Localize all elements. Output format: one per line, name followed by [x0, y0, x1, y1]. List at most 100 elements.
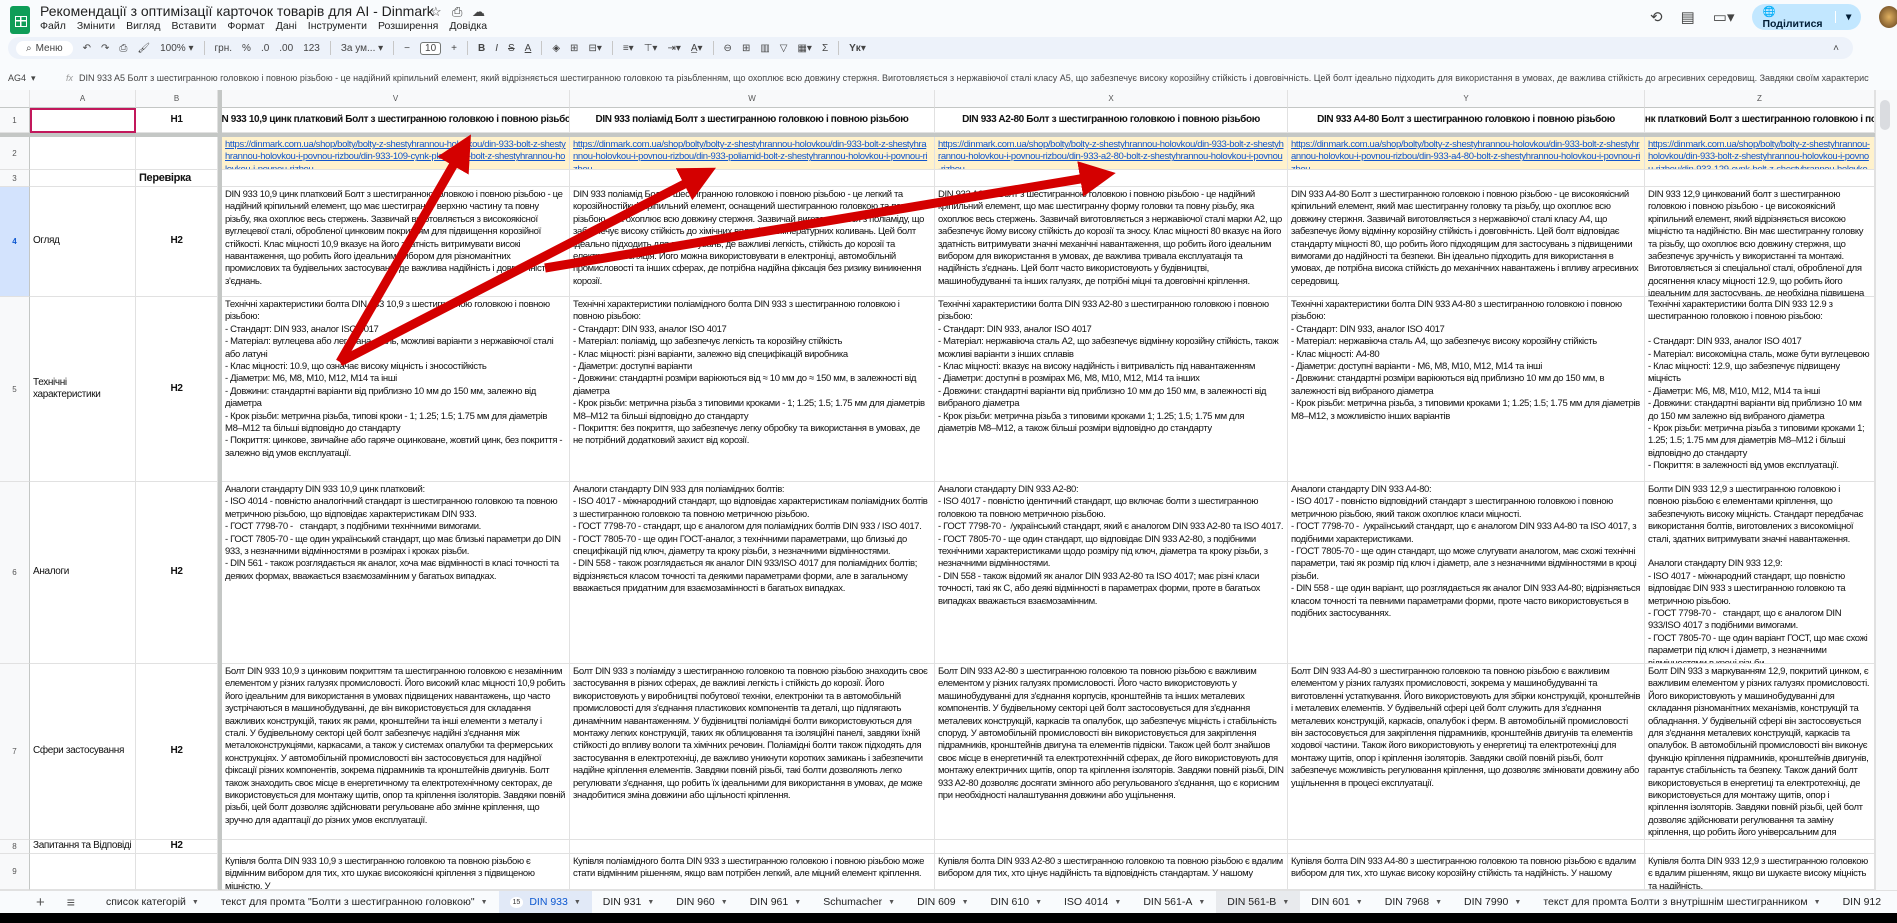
sheet-tab[interactable]: DIN 561-B ▼ — [1216, 890, 1301, 914]
cell-V8[interactable] — [222, 840, 570, 854]
row-header-4[interactable]: 4 — [0, 187, 30, 297]
cell-V4[interactable]: DIN 933 10,9 цинк платковий Болт з шести… — [222, 187, 570, 297]
row-header-8[interactable]: 8 — [0, 840, 30, 854]
font-size-decrease-button[interactable]: − — [404, 43, 410, 54]
sheet-tab[interactable]: DIN 610 ▼ — [980, 891, 1053, 914]
chevron-down-icon[interactable]: ▼ — [794, 899, 801, 906]
cell-B5[interactable]: H2 — [136, 297, 218, 482]
sheet-tab[interactable]: DIN 7968 ▼ — [1374, 891, 1453, 914]
share-button[interactable]: 🌐 Поділитися ▾ — [1752, 4, 1862, 30]
cell-Y4[interactable]: DIN 933 A4-80 Болт з шестигранною головк… — [1288, 187, 1645, 297]
sheet-tab[interactable]: текст для промта "Болти з шестигранною г… — [210, 891, 499, 914]
insert-chart-icon[interactable]: ▥ — [760, 43, 769, 54]
sheet-tab[interactable]: DIN 960 ▼ — [665, 891, 738, 914]
spreadsheet-grid[interactable]: A B V W X Y Z 1 H1 DIN 933 10,9 цинк платковий Бо… — [0, 90, 1875, 890]
cell-Z2[interactable]: https://dinmark.com.ua/shop/bolty/bolty-… — [1645, 137, 1875, 170]
column-header-B[interactable]: B — [136, 90, 218, 108]
cell-W1[interactable]: DIN 933 поліамід Болт з шестигранною гол… — [570, 108, 935, 133]
functions-button[interactable]: Σ — [822, 43, 828, 54]
chevron-down-icon[interactable]: ▼ — [192, 899, 199, 906]
all-sheets-button[interactable]: ≡ — [56, 891, 95, 914]
add-sheet-button[interactable]: + — [0, 891, 56, 914]
column-header-A[interactable]: A — [30, 90, 136, 108]
text-wrap-icon[interactable]: ⇥▾ — [667, 43, 680, 54]
cell-A2[interactable] — [30, 137, 136, 170]
chevron-down-icon[interactable]: ▼ — [1356, 899, 1363, 906]
font-size-input[interactable]: 10 — [420, 41, 442, 55]
cell-A4[interactable]: Огляд — [30, 187, 136, 297]
cell-W6[interactable]: Аналоги стандарту DIN 933 для поліамідни… — [570, 482, 935, 664]
cell-X1[interactable]: DIN 933 A2-80 Болт з шестигранною головк… — [935, 108, 1288, 133]
undo-icon[interactable]: ↶ — [83, 43, 91, 54]
sheet-tab[interactable]: DIN 912 — [1832, 891, 1893, 914]
cell-Z5[interactable]: Технічні характеристики болта DIN 933 12… — [1645, 297, 1875, 482]
cell-Y8[interactable] — [1288, 840, 1645, 854]
menu-item-3[interactable]: Вставити — [171, 20, 216, 32]
document-title[interactable]: Рекомендації з оптимізації карточок това… — [40, 3, 434, 19]
formula-input[interactable]: DIN 933 A5 Болт з шестигранною головкою … — [79, 73, 1869, 83]
menu-item-5[interactable]: Дані — [276, 20, 297, 32]
row-header-7[interactable]: 7 — [0, 664, 30, 840]
menu-item-7[interactable]: Розширення — [378, 20, 438, 32]
scrollbar-thumb[interactable] — [1880, 100, 1890, 130]
insert-comment-icon[interactable]: ⊞ — [742, 43, 750, 54]
input-tools-icon[interactable]: Yк▾ — [849, 43, 866, 54]
text-color-button[interactable]: A — [525, 43, 532, 54]
chevron-down-icon[interactable]: ▼ — [1114, 899, 1121, 906]
chevron-down-icon[interactable]: ▼ — [574, 899, 581, 906]
cell-X3[interactable] — [935, 170, 1288, 187]
cell-A1[interactable] — [30, 108, 136, 133]
cell-Y7[interactable]: Болт DIN 933 A4-80 з шестигранною головк… — [1288, 664, 1645, 840]
cell-Y6[interactable]: Аналоги стандарту DIN 933 A4-80: - ISO 4… — [1288, 482, 1645, 664]
freeze-row-divider[interactable] — [0, 133, 1875, 137]
cell-Z4[interactable]: DIN 933 12,9 цинкований болт з шестигран… — [1645, 187, 1875, 297]
sheet-tab[interactable]: DIN 609 ▼ — [906, 891, 979, 914]
version-history-icon[interactable]: ⟲ — [1650, 8, 1663, 26]
sheet-tab[interactable]: DIN 961 ▼ — [739, 891, 812, 914]
cell-Y2[interactable]: https://dinmark.com.ua/shop/bolty/bolty-… — [1288, 137, 1645, 170]
cell-B2[interactable] — [136, 137, 218, 170]
sheets-logo[interactable] — [10, 6, 30, 34]
sheet-tab[interactable]: текст для промта Болти з внутрішнім шест… — [1532, 891, 1831, 914]
cell-B4[interactable]: H2 — [136, 187, 218, 297]
cell-Z8[interactable] — [1645, 840, 1875, 854]
cell-A6[interactable]: Аналоги — [30, 482, 136, 664]
redo-icon[interactable]: ↷ — [101, 43, 109, 54]
cell-W7[interactable]: Болт DIN 933 з поліаміду з шестигранною … — [570, 664, 935, 840]
chevron-down-icon[interactable]: ▼ — [962, 899, 969, 906]
row-header-5[interactable]: 5 — [0, 297, 30, 482]
cell-W5[interactable]: Технічні характеристики поліамідного бол… — [570, 297, 935, 482]
cell-X7[interactable]: Болт DIN 933 A2-80 з шестигранною головк… — [935, 664, 1288, 840]
zoom-select[interactable]: 100% ▾ — [160, 43, 193, 54]
cell-A3[interactable] — [30, 170, 136, 187]
chevron-down-icon[interactable]: ▼ — [1514, 899, 1521, 906]
cell-W4[interactable]: DIN 933 поліамід Болт з шестигранною гол… — [570, 187, 935, 297]
cell-B8[interactable]: H2 — [136, 840, 218, 854]
print-icon[interactable]: ⎙ — [119, 43, 127, 54]
cell-V7[interactable]: Болт DIN 933 10,9 з цинковим покриттям т… — [222, 664, 570, 840]
more-formats-button[interactable]: 123 — [303, 43, 320, 54]
chevron-down-icon[interactable]: ▼ — [481, 899, 488, 906]
row-header-3[interactable]: 3 — [0, 170, 30, 187]
cell-X2[interactable]: https://dinmark.com.ua/shop/bolty/bolty-… — [935, 137, 1288, 170]
borders-icon[interactable]: ⊞ — [570, 43, 578, 54]
sheet-tab[interactable]: 15 DIN 933 ▼ — [498, 890, 592, 914]
font-size-increase-button[interactable]: + — [451, 43, 457, 54]
sheet-tab[interactable]: ISO 4014 ▼ — [1053, 891, 1132, 914]
share-dropdown-icon[interactable]: ▾ — [1835, 11, 1861, 23]
cell-A8[interactable]: Запитання та Відповіді — [30, 840, 136, 854]
row-header-6[interactable]: 6 — [0, 482, 30, 664]
cell-A5[interactable]: Технічні характеристики — [30, 297, 136, 482]
italic-button[interactable]: I — [495, 43, 498, 54]
text-rotation-icon[interactable]: A̲▾ — [691, 43, 703, 54]
paint-format-icon[interactable]: 🖌 — [137, 43, 150, 54]
cell-V1[interactable]: DIN 933 10,9 цинк платковий Болт з шести… — [222, 108, 570, 133]
chevron-down-icon[interactable]: ▼ — [1282, 899, 1289, 906]
column-header-Y[interactable]: Y — [1288, 90, 1645, 108]
vertical-scrollbar[interactable] — [1875, 90, 1897, 890]
scroll-tabs-left-icon[interactable]: ‹ — [1892, 891, 1897, 914]
cell-W9[interactable]: Купівля поліамідного болта DIN 933 з шес… — [570, 854, 935, 890]
chevron-down-icon[interactable]: ▼ — [888, 899, 895, 906]
chevron-down-icon[interactable]: ▼ — [721, 899, 728, 906]
corner-cell[interactable] — [0, 90, 30, 108]
